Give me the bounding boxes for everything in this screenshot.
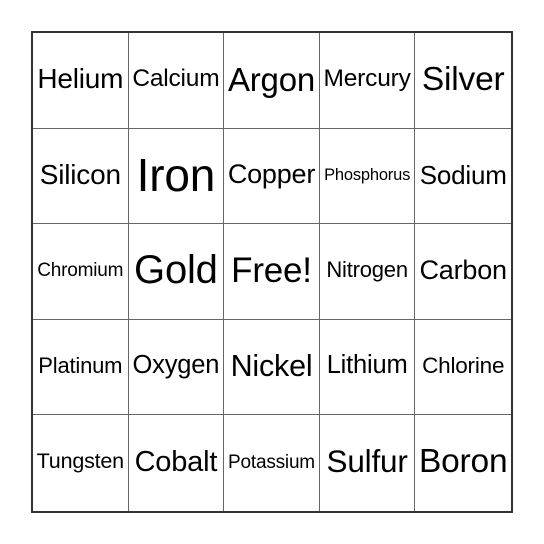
bingo-cell-label: Mercury bbox=[323, 65, 411, 93]
bingo-cell-label: Boron bbox=[418, 443, 508, 481]
bingo-cell-r2c5[interactable]: Sodium bbox=[415, 128, 511, 225]
bingo-cell-r4c1[interactable]: Platinum bbox=[33, 319, 129, 416]
bingo-cell-r3c1[interactable]: Chromium bbox=[33, 224, 129, 320]
bingo-cell-label: Silver bbox=[421, 60, 505, 98]
bingo-cell-r5c2[interactable]: Cobalt bbox=[128, 415, 225, 511]
bingo-cell-label: Lithium bbox=[326, 351, 408, 380]
bingo-cell-r5c5[interactable]: Boron bbox=[415, 415, 511, 511]
bingo-cell-r2c1[interactable]: Silicon bbox=[33, 128, 129, 225]
bingo-cell-r2c4[interactable]: Phosphorus bbox=[319, 128, 416, 225]
bingo-cell-r3c4[interactable]: Nitrogen bbox=[319, 224, 416, 320]
bingo-cell-label: Oxygen bbox=[132, 351, 220, 380]
bingo-cell-free-space[interactable]: Free! bbox=[224, 224, 320, 320]
bingo-cell-label: Carbon bbox=[419, 254, 508, 285]
bingo-cell-label: Cobalt bbox=[134, 445, 218, 478]
bingo-cell-label: Argon bbox=[227, 60, 316, 98]
bingo-cell-label: Silicon bbox=[39, 158, 121, 190]
bingo-cell-label: Iron bbox=[136, 148, 216, 201]
bingo-cell-r1c4[interactable]: Mercury bbox=[319, 33, 416, 129]
bingo-cell-r4c3[interactable]: Nickel bbox=[224, 319, 320, 416]
bingo-cell-label: Helium bbox=[37, 63, 124, 95]
bingo-cell-r3c5[interactable]: Carbon bbox=[415, 224, 511, 320]
bingo-cell-r2c3[interactable]: Copper bbox=[224, 128, 320, 225]
bingo-cell-r4c5[interactable]: Chlorine bbox=[415, 319, 511, 416]
bingo-cell-label: Potassium bbox=[228, 451, 315, 473]
bingo-cell-r1c5[interactable]: Silver bbox=[415, 33, 511, 129]
bingo-cell-r5c1[interactable]: Tungsten bbox=[33, 415, 129, 511]
bingo-cell-label: Tungsten bbox=[36, 449, 124, 474]
bingo-card-page: Helium Calcium Argon Mercury Silver Sili… bbox=[0, 0, 544, 544]
bingo-cell-label: Nitrogen bbox=[326, 257, 408, 283]
bingo-cell-r3c2[interactable]: Gold bbox=[128, 224, 225, 320]
bingo-cell-label: Calcium bbox=[132, 65, 220, 93]
bingo-cell-r2c2[interactable]: Iron bbox=[128, 128, 225, 225]
bingo-cell-r4c2[interactable]: Oxygen bbox=[128, 319, 225, 416]
bingo-cell-label: Sodium bbox=[419, 159, 507, 190]
bingo-cell-r4c4[interactable]: Lithium bbox=[319, 319, 416, 416]
bingo-cell-label: Chlorine bbox=[422, 352, 505, 378]
bingo-cell-label: Phosphorus bbox=[324, 165, 411, 184]
bingo-cell-r5c3[interactable]: Potassium bbox=[224, 415, 320, 511]
bingo-cell-label: Copper bbox=[227, 159, 316, 190]
bingo-grid: Helium Calcium Argon Mercury Silver Sili… bbox=[31, 31, 513, 513]
bingo-cell-label: Chromium bbox=[37, 259, 124, 281]
bingo-cell-label: Gold bbox=[134, 248, 218, 293]
free-space-label: Free! bbox=[231, 250, 312, 290]
bingo-cell-label: Sulfur bbox=[326, 443, 408, 480]
bingo-cell-r1c2[interactable]: Calcium bbox=[128, 33, 225, 129]
bingo-cell-r1c1[interactable]: Helium bbox=[33, 33, 129, 129]
bingo-cell-r5c4[interactable]: Sulfur bbox=[319, 415, 416, 511]
bingo-cell-r1c3[interactable]: Argon bbox=[224, 33, 320, 129]
bingo-cell-label: Nickel bbox=[230, 348, 313, 383]
bingo-cell-label: Platinum bbox=[38, 353, 123, 379]
